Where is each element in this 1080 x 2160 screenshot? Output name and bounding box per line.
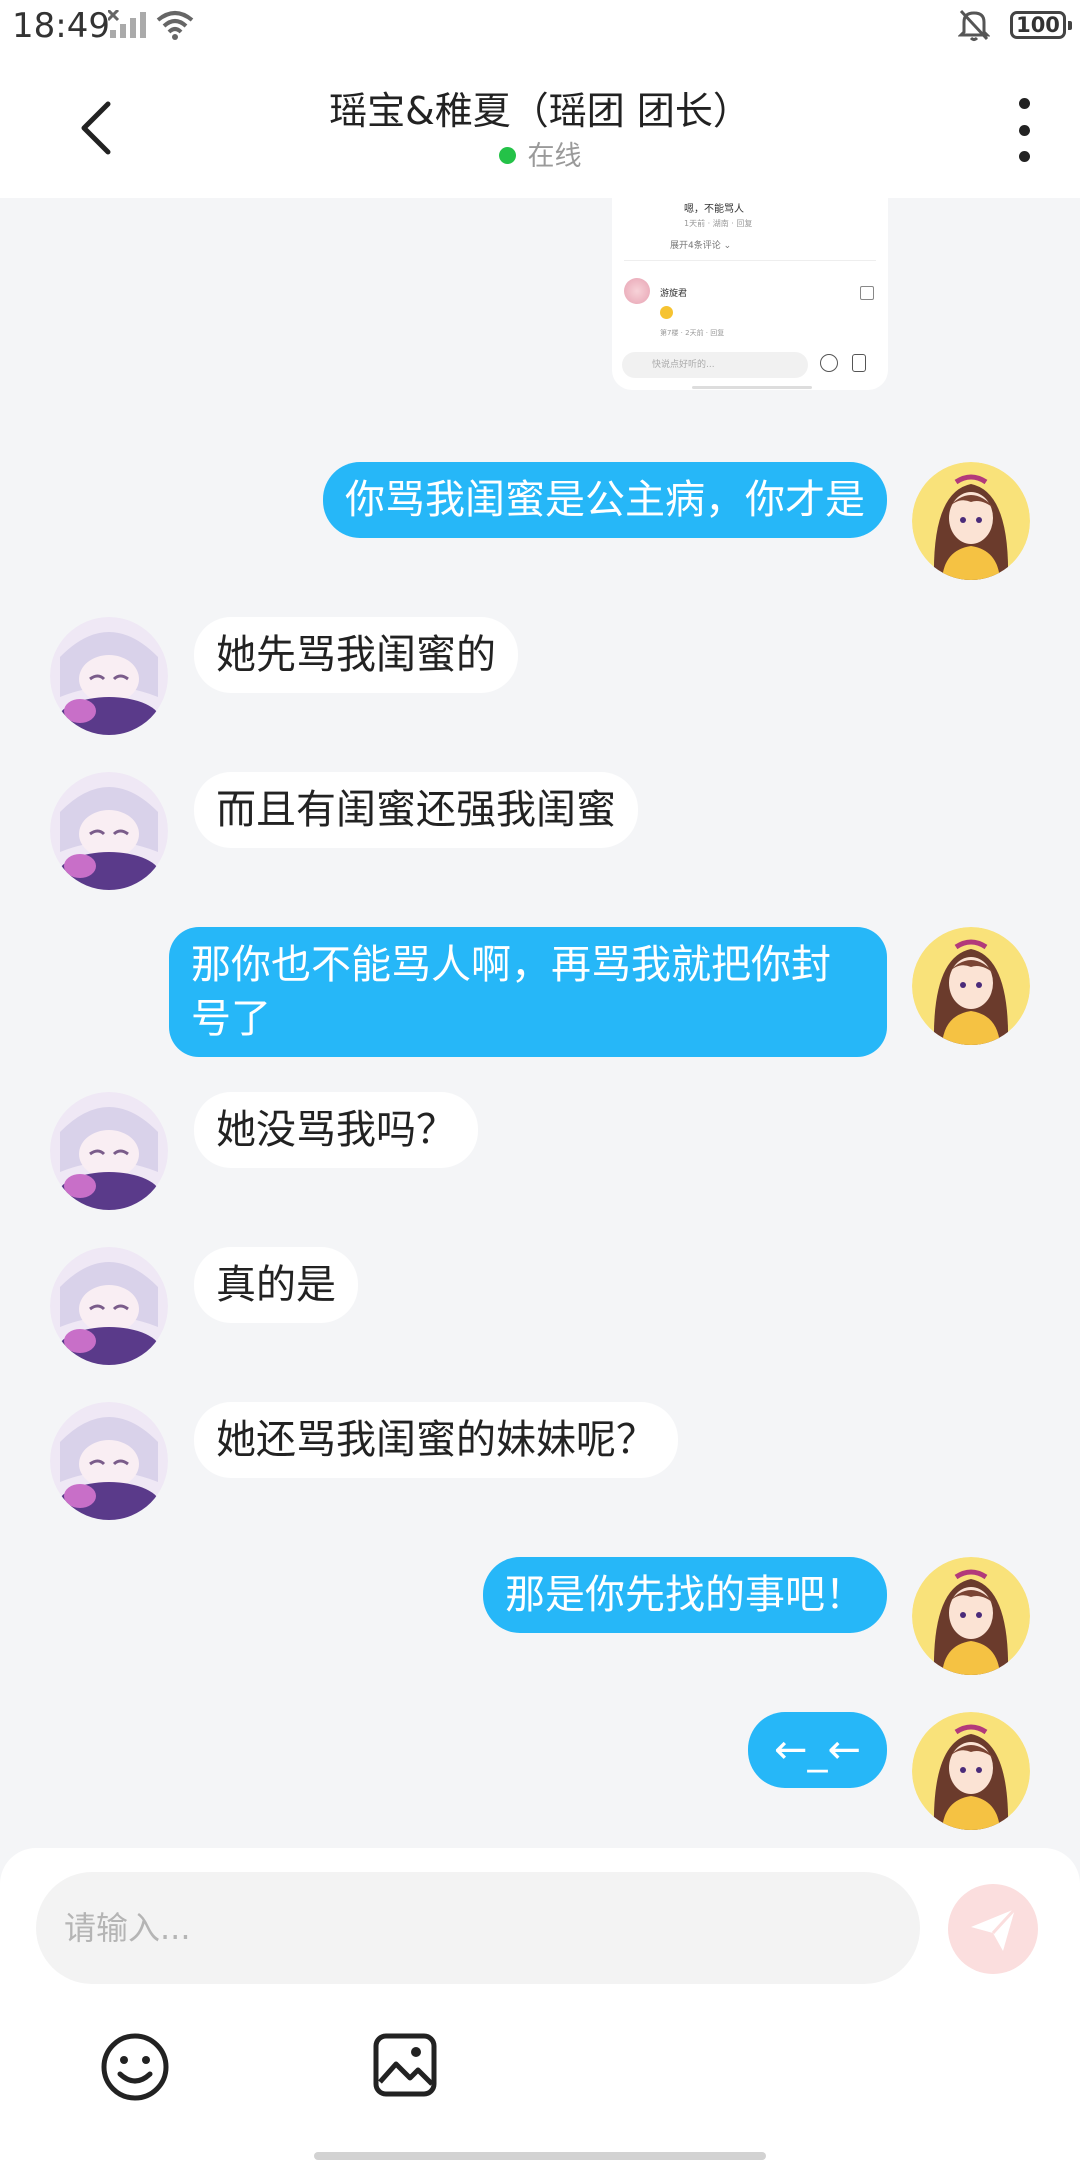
status-icons: [108, 10, 194, 40]
chat-header: 瑶宝&稚夏（瑶团 团长） 在线: [0, 56, 1080, 198]
status-bar: 18:49 100: [0, 0, 1080, 56]
more-vertical-icon: [1018, 98, 1030, 109]
contact-avatar[interactable]: [50, 1402, 168, 1520]
home-indicator[interactable]: [314, 2152, 766, 2160]
avatar: [624, 278, 650, 304]
my-avatar[interactable]: [912, 1712, 1030, 1830]
contact-avatar[interactable]: [50, 772, 168, 890]
send-button[interactable]: [948, 1884, 1038, 1974]
shared-screenshot-image[interactable]: 嗯，不能骂人 1天前 · 湖南 · 回复 展开4条评论 ⌄ 游旋君 第7楼 · …: [612, 198, 888, 390]
my-avatar[interactable]: [912, 1557, 1030, 1675]
anime-avatar-icon: [50, 1092, 168, 1210]
message-bubble-sent[interactable]: 那是你先找的事吧！: [483, 1557, 887, 1633]
message-bubble-received[interactable]: 她先骂我闺蜜的: [194, 617, 518, 693]
anime-avatar-icon: [50, 617, 168, 735]
online-dot-icon: [498, 147, 516, 164]
like-icon: [860, 286, 874, 300]
more-options-button[interactable]: [1014, 98, 1034, 162]
status-time: 18:49: [12, 6, 110, 46]
battery-indicator: 100: [1010, 11, 1072, 39]
message-composer: [0, 1848, 1080, 2160]
anime-avatar-icon: [50, 772, 168, 890]
message-input[interactable]: [36, 1872, 920, 1984]
send-icon: [971, 1907, 1017, 1951]
like-icon: [852, 354, 866, 372]
message-bubble-received[interactable]: 她还骂我闺蜜的妹妹呢？: [194, 1402, 678, 1478]
battery-level: 100: [1016, 13, 1060, 37]
comment-icon: [820, 354, 838, 372]
my-avatar[interactable]: [912, 927, 1030, 1045]
contact-avatar[interactable]: [50, 1247, 168, 1365]
girl-avatar-icon: [912, 1557, 1030, 1675]
mute-bell-icon: [958, 9, 990, 41]
message-list[interactable]: 嗯，不能骂人 1天前 · 湖南 · 回复 展开4条评论 ⌄ 游旋君 第7楼 · …: [0, 198, 1080, 1850]
message-bubble-sent[interactable]: 那你也不能骂人啊，再骂我就把你封号了: [169, 927, 887, 1057]
message-bubble-received[interactable]: 她没骂我吗？: [194, 1092, 478, 1168]
girl-avatar-icon: [912, 927, 1030, 1045]
girl-avatar-icon: [912, 462, 1030, 580]
contact-avatar[interactable]: [50, 1092, 168, 1210]
online-status: 在线: [0, 134, 1080, 173]
image-button[interactable]: [372, 2032, 438, 2098]
status-right: 100: [958, 8, 1072, 42]
my-avatar[interactable]: [912, 462, 1030, 580]
contact-avatar[interactable]: [50, 617, 168, 735]
message-bubble-sent[interactable]: ←_←: [747, 1712, 887, 1788]
emoji-icon: [101, 2033, 169, 2101]
signal-icon: [108, 10, 146, 38]
emoji-icon: [660, 306, 673, 319]
message-bubble-received[interactable]: 而且有闺蜜还强我闺蜜: [194, 772, 638, 848]
emoji-button[interactable]: [100, 2032, 170, 2102]
girl-avatar-icon: [912, 1712, 1030, 1830]
image-icon: [373, 2033, 437, 2097]
anime-avatar-icon: [50, 1247, 168, 1365]
chat-title: 瑶宝&稚夏（瑶团 团长）: [329, 89, 751, 133]
anime-avatar-icon: [50, 1402, 168, 1520]
online-status-label: 在线: [527, 141, 582, 172]
message-bubble-sent[interactable]: 你骂我闺蜜是公主病，你才是: [323, 462, 887, 538]
message-bubble-received[interactable]: 真的是: [194, 1247, 358, 1323]
wifi-icon: [156, 11, 194, 40]
